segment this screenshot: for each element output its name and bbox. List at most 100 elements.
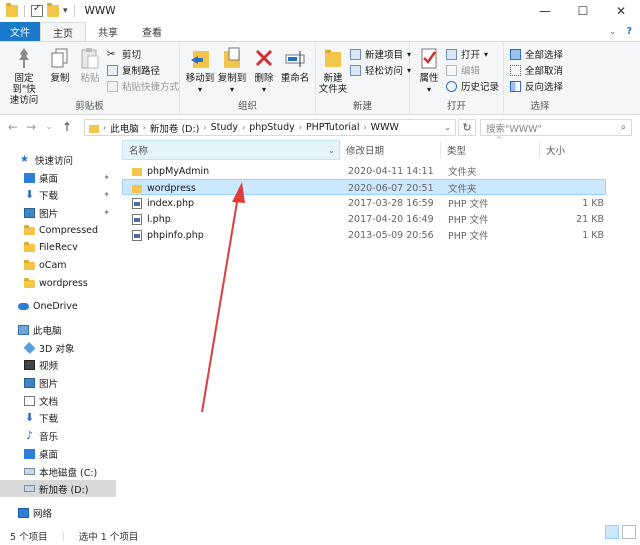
chevron-right-icon: › (103, 123, 107, 132)
new-folder-quick-icon[interactable] (47, 3, 59, 17)
column-header-name[interactable]: 名称 ⌄ (122, 140, 340, 160)
rename-button[interactable]: 重命名 (278, 46, 312, 84)
nav-3d-objects[interactable]: 3D 对象 (0, 339, 116, 356)
move-to-button[interactable]: 移动到 ▾ (184, 46, 216, 95)
column-header-type[interactable]: 类型 (441, 140, 539, 160)
file-type: 文件夹 (448, 167, 477, 178)
copy-path-button[interactable]: 复制路径 (107, 63, 160, 77)
tab-home[interactable]: 主页 (40, 22, 86, 41)
table-row[interactable]: l.php 2017-04-20 16:49 PHP 文件 21 KB (122, 211, 606, 227)
nav-label: 本地磁盘 (C:) (39, 467, 98, 479)
edit-button[interactable]: 编辑 (446, 63, 480, 77)
nav-downloads-pc[interactable]: ⬇ 下载 (0, 409, 116, 426)
nav-videos[interactable]: 视频 (0, 356, 116, 373)
cut-button[interactable]: ✂ 剪切 (107, 47, 141, 62)
breadcrumb-phpstudy[interactable]: phpStudy (249, 122, 295, 133)
chevron-down-icon[interactable]: ⌄ (328, 146, 335, 155)
select-all-button[interactable]: 全部选择 (510, 47, 563, 61)
nav-label: 图片 (39, 378, 59, 390)
nav-label: 网络 (33, 508, 53, 520)
cube-icon (23, 341, 36, 354)
nav-network[interactable]: 网络 (0, 504, 116, 521)
nav-label: 3D 对象 (39, 343, 75, 355)
column-header-size[interactable]: 大小 (540, 140, 606, 160)
table-row[interactable]: wordpress 2020-06-07 20:51 文件夹 (122, 179, 606, 195)
search-input[interactable]: 搜索"WWW" ⌕ (480, 119, 632, 136)
customize-toolbar-icon[interactable]: ▾ (63, 6, 68, 16)
nav-desktop-pc[interactable]: 桌面 (0, 445, 116, 462)
table-row[interactable]: phpMyAdmin 2020-04-11 14:11 文件夹 (122, 163, 606, 179)
nav-onedrive[interactable]: OneDrive (0, 298, 116, 315)
new-item-button[interactable]: 新建项目 ▾ (350, 47, 411, 61)
group-label-open: 打开 (446, 101, 466, 112)
nav-documents[interactable]: 文档 (0, 392, 116, 409)
open-button[interactable]: 打开 ▾ (446, 47, 488, 61)
up-button[interactable]: ↑ (58, 120, 76, 134)
help-icon[interactable]: ? (626, 26, 632, 37)
nav-drive-d[interactable]: 新加卷 (D:) (0, 480, 116, 497)
nav-filerecv[interactable]: FileRecv (0, 239, 116, 256)
column-header-date[interactable]: 修改日期 (340, 140, 440, 160)
easy-access-icon (350, 64, 361, 76)
nav-downloads[interactable]: ⬇ 下载 ✦ (0, 186, 116, 203)
properties-button[interactable]: 属性 ▾ (414, 46, 444, 95)
table-row[interactable]: index.php 2017-03-28 16:59 PHP 文件 1 KB (122, 195, 606, 211)
breadcrumb-www[interactable]: WWW (371, 122, 399, 133)
easy-access-button[interactable]: 轻松访问 ▾ (350, 63, 411, 77)
table-row[interactable]: phpinfo.php 2013-05-09 20:56 PHP 文件 1 KB (122, 227, 606, 243)
address-bar[interactable]: › 此电脑 › 新加卷 (D:) › Study › phpStudy › PH… (84, 119, 456, 136)
breadcrumb-study[interactable]: Study (211, 122, 238, 133)
forward-button[interactable]: → (22, 120, 40, 134)
new-folder-button[interactable]: 新建 文件夹 (318, 46, 348, 95)
breadcrumb-drive-d[interactable]: 新加卷 (D:) (150, 121, 199, 135)
delete-button[interactable]: 删除 ▾ (252, 46, 276, 95)
refresh-button[interactable]: ↻ (458, 119, 476, 136)
history-button[interactable]: 历史记录 (446, 79, 499, 93)
address-dropdown-icon[interactable]: ⌄ (444, 123, 451, 132)
properties-quick-icon[interactable] (31, 3, 43, 17)
pin-icon[interactable]: ✦ (103, 190, 110, 199)
paste-button[interactable]: 粘贴 (76, 46, 104, 84)
file-size: 21 KB (576, 213, 604, 225)
nav-ocam[interactable]: oCam (0, 257, 116, 274)
nav-desktop[interactable]: 桌面 ✦ (0, 169, 116, 186)
large-icons-view-icon[interactable] (622, 525, 636, 539)
close-button[interactable]: ✕ (602, 0, 640, 22)
video-icon (24, 359, 35, 370)
copy-button[interactable]: 复制 (46, 46, 74, 84)
history-icon (446, 80, 457, 92)
pin-icon (19, 48, 29, 68)
select-none-button[interactable]: 全部取消 (510, 63, 563, 77)
details-view-icon[interactable] (605, 525, 619, 539)
pin-icon[interactable]: ✦ (103, 208, 110, 217)
quick-access-toolbar: ▾ (0, 3, 77, 17)
tab-file[interactable]: 文件 (0, 22, 40, 41)
nav-quick-access[interactable]: ★ 快速访问 (0, 151, 116, 168)
pin-icon[interactable]: ✦ (103, 173, 110, 182)
nav-this-pc[interactable]: 此电脑 (0, 321, 116, 338)
nav-wordpress[interactable]: wordpress (0, 275, 116, 292)
minimize-button[interactable]: — (526, 0, 564, 22)
tab-share[interactable]: 共享 (86, 22, 130, 41)
nav-pictures-pc[interactable]: 图片 (0, 374, 116, 391)
tab-view[interactable]: 查看 (130, 22, 174, 41)
chevron-down-icon[interactable]: ⌄ (609, 27, 617, 37)
scissors-icon: ✂ (107, 48, 116, 60)
pin-to-quick-access-button[interactable]: 固定到"快 速访问 (4, 46, 44, 106)
select-group: 全部选择 全部取消 反向选择 选择 (504, 42, 576, 114)
copy-to-button[interactable]: 复制到 ▾ (216, 46, 248, 95)
nav-compressed[interactable]: Compressed (0, 222, 116, 239)
nav-music[interactable]: ♪ 音乐 (0, 427, 116, 444)
back-button[interactable]: ← (4, 120, 22, 134)
recent-locations-button[interactable]: ⌄ (40, 122, 58, 132)
maximize-button[interactable]: ☐ (564, 0, 602, 22)
paste-shortcut-button[interactable]: 粘贴快捷方式 (107, 79, 179, 93)
nav-pictures[interactable]: 图片 ✦ (0, 204, 116, 221)
breadcrumb-phptutorial[interactable]: PHPTutorial (306, 122, 360, 133)
edit-icon (446, 64, 457, 76)
star-icon: ★ (20, 153, 29, 165)
invert-selection-button[interactable]: 反向选择 (510, 79, 563, 93)
breadcrumb-this-pc[interactable]: 此电脑 (110, 121, 139, 135)
nav-drive-c[interactable]: 本地磁盘 (C:) (0, 463, 116, 480)
open-group: 属性 ▾ 打开 ▾ 编辑 历史记录 打开 (410, 42, 504, 114)
